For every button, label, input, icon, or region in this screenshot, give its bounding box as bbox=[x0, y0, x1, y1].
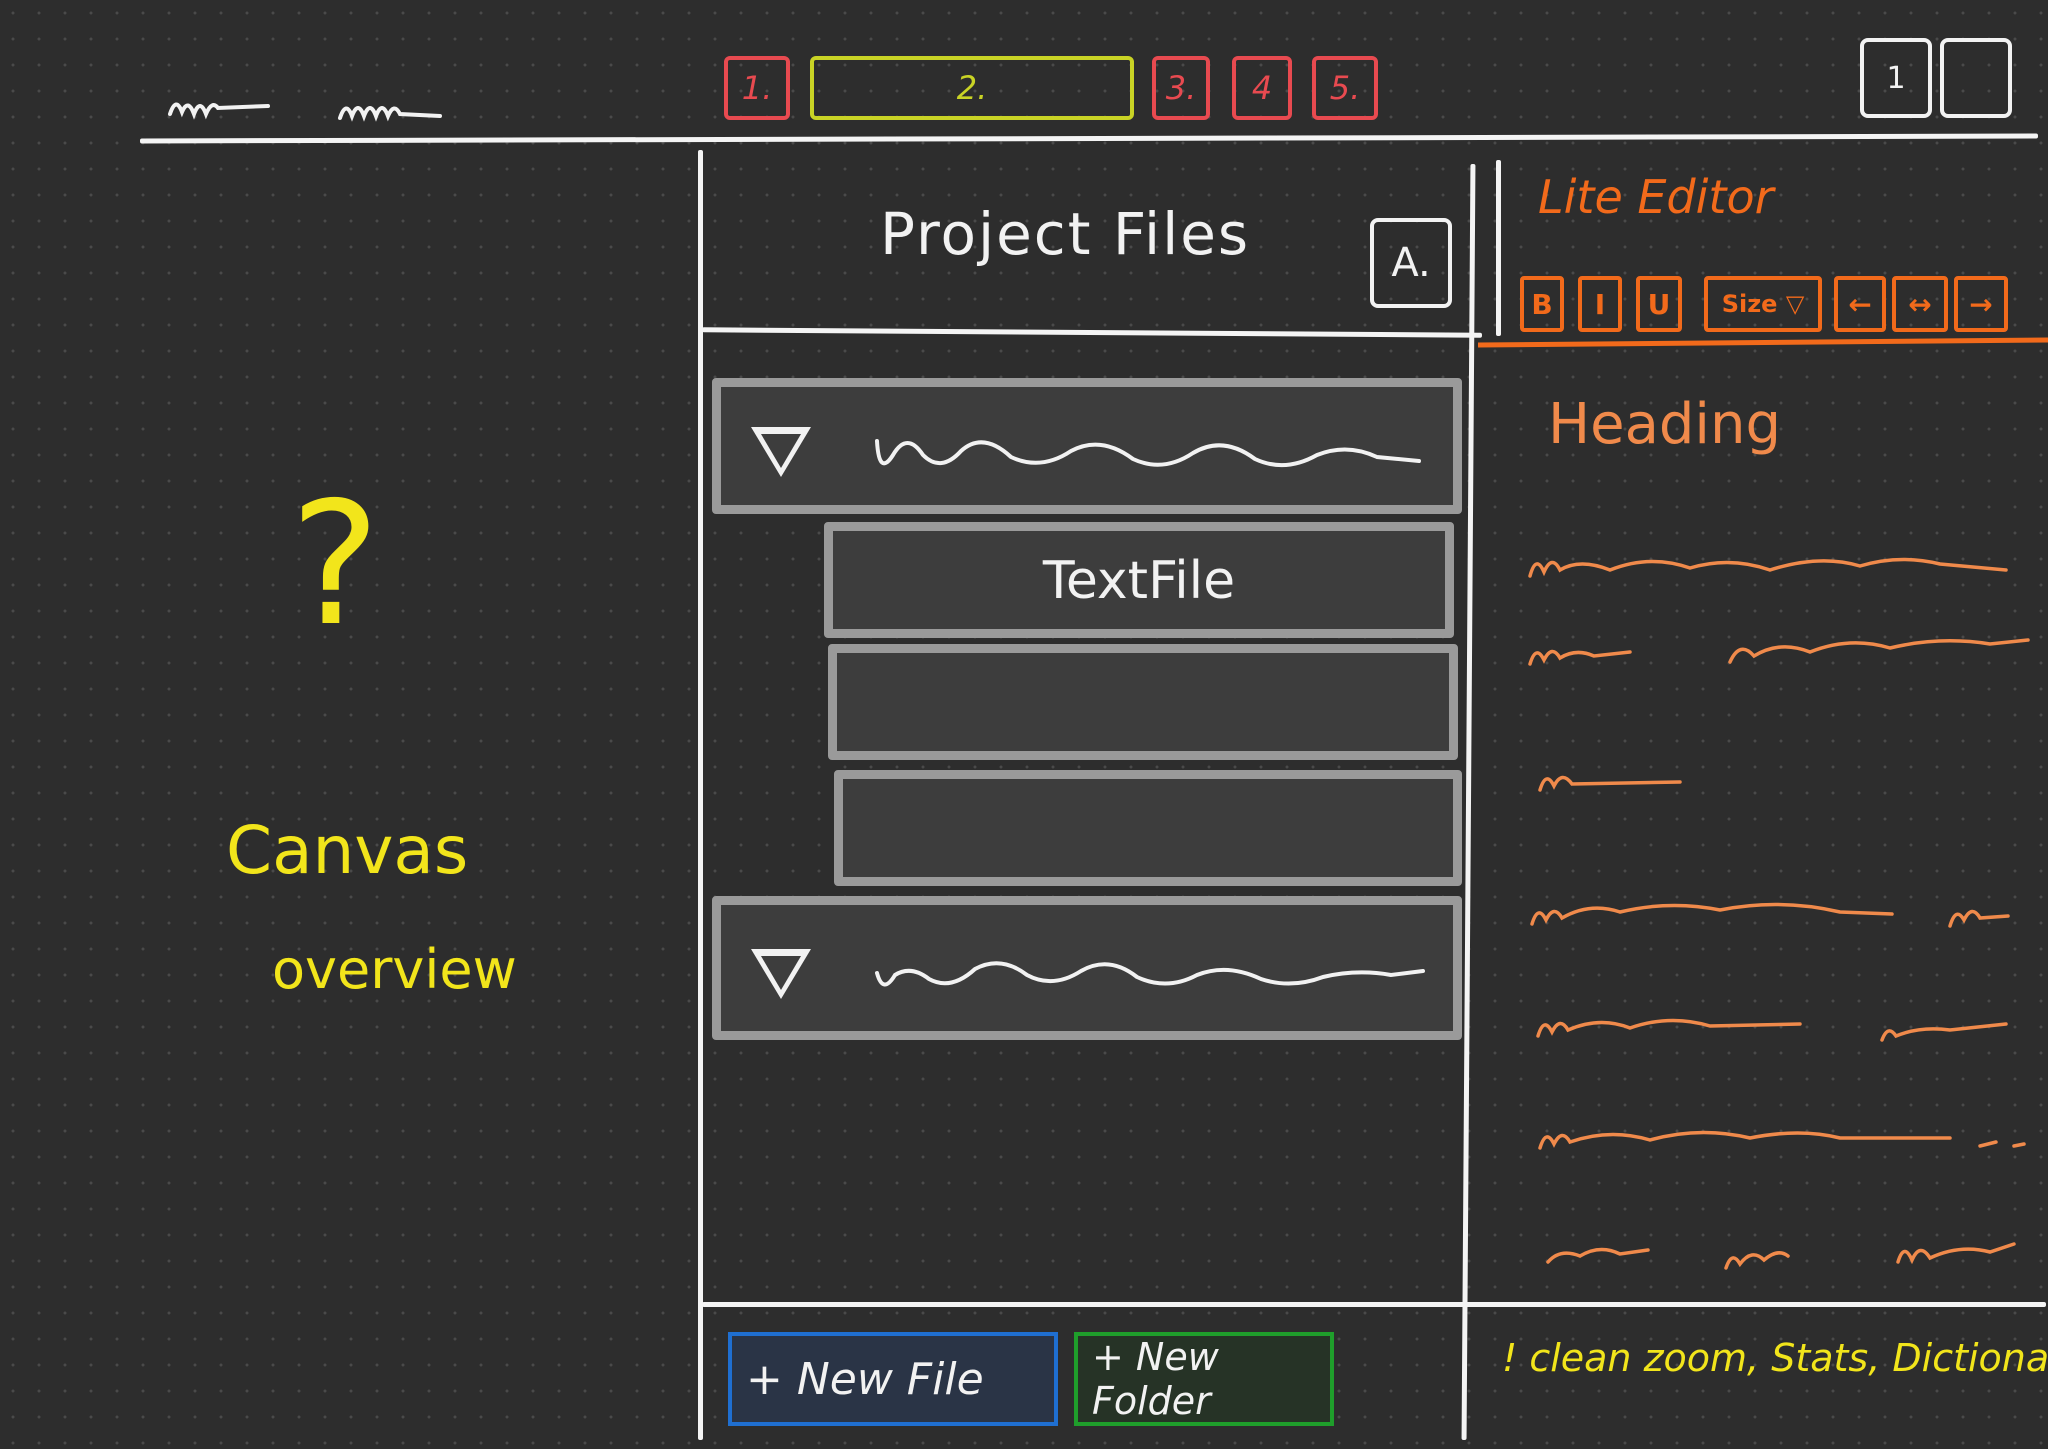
editor-title: Lite Editor bbox=[1538, 170, 1774, 224]
folder-2-name-scribble bbox=[875, 961, 1425, 987]
canvas-label-line-1: Canvas bbox=[226, 812, 469, 889]
editor-heading[interactable]: Heading bbox=[1548, 392, 1781, 457]
tree-file-1-label: TextFile bbox=[1042, 551, 1236, 611]
file-panel-title: Project Files bbox=[880, 200, 1251, 268]
window-button-2[interactable] bbox=[1940, 38, 2012, 118]
bold-button[interactable]: B bbox=[1520, 276, 1564, 332]
tree-file-1[interactable]: TextFile bbox=[824, 522, 1454, 638]
folder-1-name-scribble bbox=[875, 439, 1421, 468]
new-file-button[interactable]: + New File bbox=[728, 1332, 1058, 1426]
editor-toolbar-divider bbox=[1477, 337, 2048, 348]
tab-1[interactable]: 1. bbox=[724, 56, 790, 120]
triangle-down-icon[interactable] bbox=[751, 427, 811, 477]
file-panel-action-button[interactable]: A. bbox=[1370, 218, 1452, 308]
tab-2[interactable]: 2. bbox=[810, 56, 1134, 120]
italic-button[interactable]: I bbox=[1578, 276, 1622, 332]
tab-5[interactable]: 5. bbox=[1312, 56, 1378, 120]
file-panel-left-border bbox=[698, 150, 703, 1440]
align-left-button[interactable]: ← bbox=[1834, 276, 1886, 332]
tree-folder-1[interactable] bbox=[712, 378, 1462, 514]
editor-body-text-scribble[interactable] bbox=[1520, 540, 2040, 1280]
editor-left-border bbox=[1496, 160, 1501, 336]
window-button-1[interactable]: 1 bbox=[1860, 38, 1932, 118]
font-size-dropdown[interactable]: Size ▽ bbox=[1704, 276, 1822, 332]
tab-4[interactable]: 4 bbox=[1232, 56, 1292, 120]
underline-button[interactable]: U bbox=[1636, 276, 1682, 332]
align-center-button[interactable]: ↔ bbox=[1892, 276, 1948, 332]
feature-notes: ! clean zoom, Stats, Dictionary. bbox=[1502, 1336, 2048, 1380]
file-panel-right-border bbox=[1461, 163, 1476, 1441]
align-right-button[interactable]: → bbox=[1954, 276, 2008, 332]
tree-folder-2[interactable] bbox=[712, 896, 1462, 1040]
tree-file-3[interactable] bbox=[834, 770, 1462, 886]
tree-file-2[interactable] bbox=[828, 644, 1458, 760]
footer-divider bbox=[702, 1302, 2046, 1307]
window-button-1-icon: 1 bbox=[1886, 60, 1906, 96]
canvas-label-line-2: overview bbox=[272, 938, 517, 1001]
canvas-question-mark: ? bbox=[290, 466, 381, 664]
header-divider bbox=[139, 133, 2039, 144]
triangle-down-icon[interactable] bbox=[751, 949, 811, 999]
menu-item-1-scribble[interactable] bbox=[166, 84, 276, 124]
file-panel-header-divider bbox=[701, 327, 1483, 338]
tab-3[interactable]: 3. bbox=[1152, 56, 1210, 120]
new-folder-button[interactable]: + New Folder bbox=[1074, 1332, 1334, 1426]
menu-item-2-scribble[interactable] bbox=[336, 86, 446, 126]
